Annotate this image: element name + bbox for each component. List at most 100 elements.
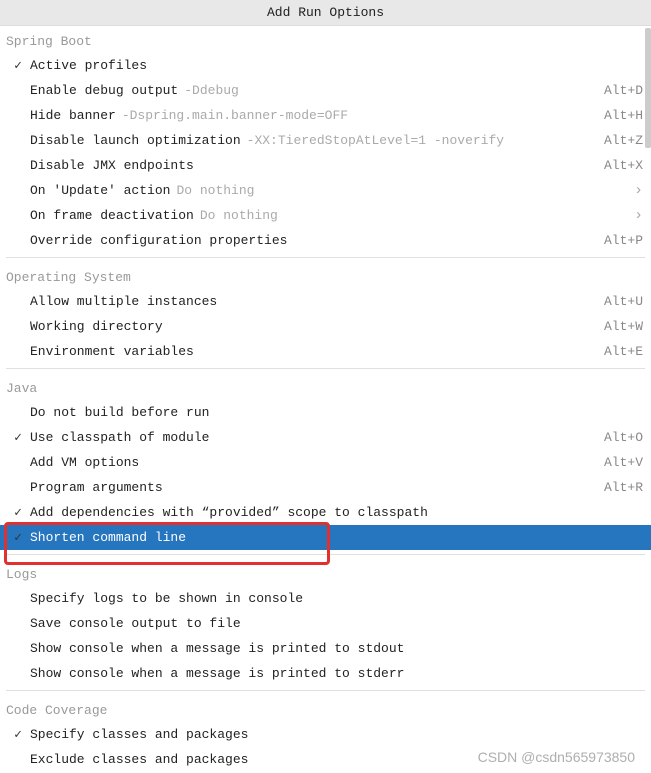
option-console-msg-stdout[interactable]: Show console when a message is printed t… bbox=[0, 636, 651, 661]
option-label: On frame deactivation Do nothing bbox=[30, 208, 626, 223]
shortcut: Alt+V bbox=[604, 455, 643, 470]
checkmark-icon: ✓ bbox=[6, 505, 30, 520]
label-text: Use classpath of module bbox=[30, 430, 209, 445]
option-shorten-command-line[interactable]: ✓Shorten command line bbox=[0, 525, 651, 550]
option-use-classpath-of-module[interactable]: ✓Use classpath of module Alt+O bbox=[0, 425, 651, 450]
option-allow-multiple-instances[interactable]: Allow multiple instances Alt+U bbox=[0, 289, 651, 314]
label-text: Add VM options bbox=[30, 455, 139, 470]
shortcut: Alt+W bbox=[604, 319, 643, 334]
section-header-java: Java bbox=[0, 373, 651, 400]
label-text: Active profiles bbox=[30, 58, 147, 73]
option-label: Specify classes and packages bbox=[30, 727, 643, 742]
option-disable-jmx-endpoints[interactable]: Disable JMX endpoints Alt+X bbox=[0, 153, 651, 178]
divider bbox=[6, 554, 645, 555]
label-text: Disable JMX endpoints bbox=[30, 158, 194, 173]
option-label: Do not build before run bbox=[30, 405, 643, 420]
option-specify-logs[interactable]: Specify logs to be shown in console bbox=[0, 586, 651, 611]
option-label: Hide banner -Dspring.main.banner-mode=OFF bbox=[30, 108, 596, 123]
option-console-msg-stderr[interactable]: Show console when a message is printed t… bbox=[0, 661, 651, 686]
option-add-vm-options[interactable]: Add VM options Alt+V bbox=[0, 450, 651, 475]
option-label: Save console output to file bbox=[30, 616, 643, 631]
label-text: Override configuration properties bbox=[30, 233, 287, 248]
label-text: Hide banner bbox=[30, 108, 116, 123]
label-text: Add dependencies with “provided” scope t… bbox=[30, 505, 428, 520]
option-hide-banner[interactable]: Hide banner -Dspring.main.banner-mode=OFF… bbox=[0, 103, 651, 128]
label-text: Enable debug output bbox=[30, 83, 178, 98]
option-enable-debug-output[interactable]: Enable debug output -Ddebug Alt+D bbox=[0, 78, 651, 103]
option-disable-launch-optimization[interactable]: Disable launch optimization -XX:TieredSto… bbox=[0, 128, 651, 153]
label-text: Shorten command line bbox=[30, 530, 186, 545]
chevron-right-icon: › bbox=[634, 208, 643, 223]
option-label: Active profiles bbox=[30, 58, 643, 73]
shortcut: Alt+R bbox=[604, 480, 643, 495]
option-override-config-properties[interactable]: Override configuration properties Alt+P bbox=[0, 228, 651, 253]
label-text: Exclude classes and packages bbox=[30, 752, 248, 767]
hint-text: Do nothing bbox=[200, 208, 278, 223]
shortcut: Alt+E bbox=[604, 344, 643, 359]
label-text: Do not build before run bbox=[30, 405, 209, 420]
page-title: Add Run Options bbox=[0, 0, 651, 26]
option-label: Specify logs to be shown in console bbox=[30, 591, 643, 606]
label-text: On frame deactivation bbox=[30, 208, 194, 223]
option-label: Override configuration properties bbox=[30, 233, 596, 248]
scrollbar[interactable] bbox=[645, 28, 651, 148]
section-header-code-coverage: Code Coverage bbox=[0, 695, 651, 722]
chevron-right-icon: › bbox=[634, 183, 643, 198]
shortcut: Alt+U bbox=[604, 294, 643, 309]
label-text: Show console when a message is printed t… bbox=[30, 641, 404, 656]
option-label: Show console when a message is printed t… bbox=[30, 666, 643, 681]
label-text: Save console output to file bbox=[30, 616, 241, 631]
option-label: Program arguments bbox=[30, 480, 596, 495]
option-program-arguments[interactable]: Program arguments Alt+R bbox=[0, 475, 651, 500]
divider bbox=[6, 257, 645, 258]
option-label: Exclude classes and packages bbox=[30, 752, 643, 767]
label-text: On 'Update' action bbox=[30, 183, 170, 198]
option-on-frame-deactivation[interactable]: On frame deactivation Do nothing › bbox=[0, 203, 651, 228]
option-label: Working directory bbox=[30, 319, 596, 334]
option-exclude-classes-packages[interactable]: Exclude classes and packages bbox=[0, 747, 651, 771]
label-text: Show console when a message is printed t… bbox=[30, 666, 404, 681]
option-label: Shorten command line bbox=[30, 530, 643, 545]
shortcut: Alt+D bbox=[604, 83, 643, 98]
option-add-dependencies-provided[interactable]: ✓Add dependencies with “provided” scope … bbox=[0, 500, 651, 525]
section-header-operating-system: Operating System bbox=[0, 262, 651, 289]
section-header-logs: Logs bbox=[0, 559, 651, 586]
hint-text: -XX:TieredStopAtLevel=1 -noverify bbox=[247, 133, 504, 148]
option-save-console-output[interactable]: Save console output to file bbox=[0, 611, 651, 636]
label-text: Allow multiple instances bbox=[30, 294, 217, 309]
section-header-spring-boot: Spring Boot bbox=[0, 26, 651, 53]
option-working-directory[interactable]: Working directory Alt+W bbox=[0, 314, 651, 339]
shortcut: Alt+Z bbox=[604, 133, 643, 148]
label-text: Specify classes and packages bbox=[30, 727, 248, 742]
shortcut: Alt+H bbox=[604, 108, 643, 123]
option-active-profiles[interactable]: ✓Active profiles bbox=[0, 53, 651, 78]
label-text: Specify logs to be shown in console bbox=[30, 591, 303, 606]
label-text: Program arguments bbox=[30, 480, 163, 495]
label-text: Environment variables bbox=[30, 344, 194, 359]
option-label: Use classpath of module bbox=[30, 430, 596, 445]
option-on-update-action[interactable]: On 'Update' action Do nothing › bbox=[0, 178, 651, 203]
option-label: Environment variables bbox=[30, 344, 596, 359]
option-label: Disable launch optimization -XX:TieredSto… bbox=[30, 133, 596, 148]
hint-text: -Dspring.main.banner-mode=OFF bbox=[122, 108, 348, 123]
checkmark-icon: ✓ bbox=[6, 430, 30, 445]
label-text: Working directory bbox=[30, 319, 163, 334]
checkmark-icon: ✓ bbox=[6, 58, 30, 73]
label-text: Disable launch optimization bbox=[30, 133, 241, 148]
hint-text: -Ddebug bbox=[184, 83, 239, 98]
divider bbox=[6, 368, 645, 369]
option-label: Allow multiple instances bbox=[30, 294, 596, 309]
shortcut: Alt+X bbox=[604, 158, 643, 173]
option-label: Disable JMX endpoints bbox=[30, 158, 596, 173]
shortcut: Alt+O bbox=[604, 430, 643, 445]
option-specify-classes-packages[interactable]: ✓Specify classes and packages bbox=[0, 722, 651, 747]
hint-text: Do nothing bbox=[176, 183, 254, 198]
option-do-not-build-before-run[interactable]: Do not build before run bbox=[0, 400, 651, 425]
option-environment-variables[interactable]: Environment variables Alt+E bbox=[0, 339, 651, 364]
option-label: Show console when a message is printed t… bbox=[30, 641, 643, 656]
shortcut: Alt+P bbox=[604, 233, 643, 248]
checkmark-icon: ✓ bbox=[6, 530, 30, 545]
option-label: Enable debug output -Ddebug bbox=[30, 83, 596, 98]
option-label: On 'Update' action Do nothing bbox=[30, 183, 626, 198]
divider bbox=[6, 690, 645, 691]
